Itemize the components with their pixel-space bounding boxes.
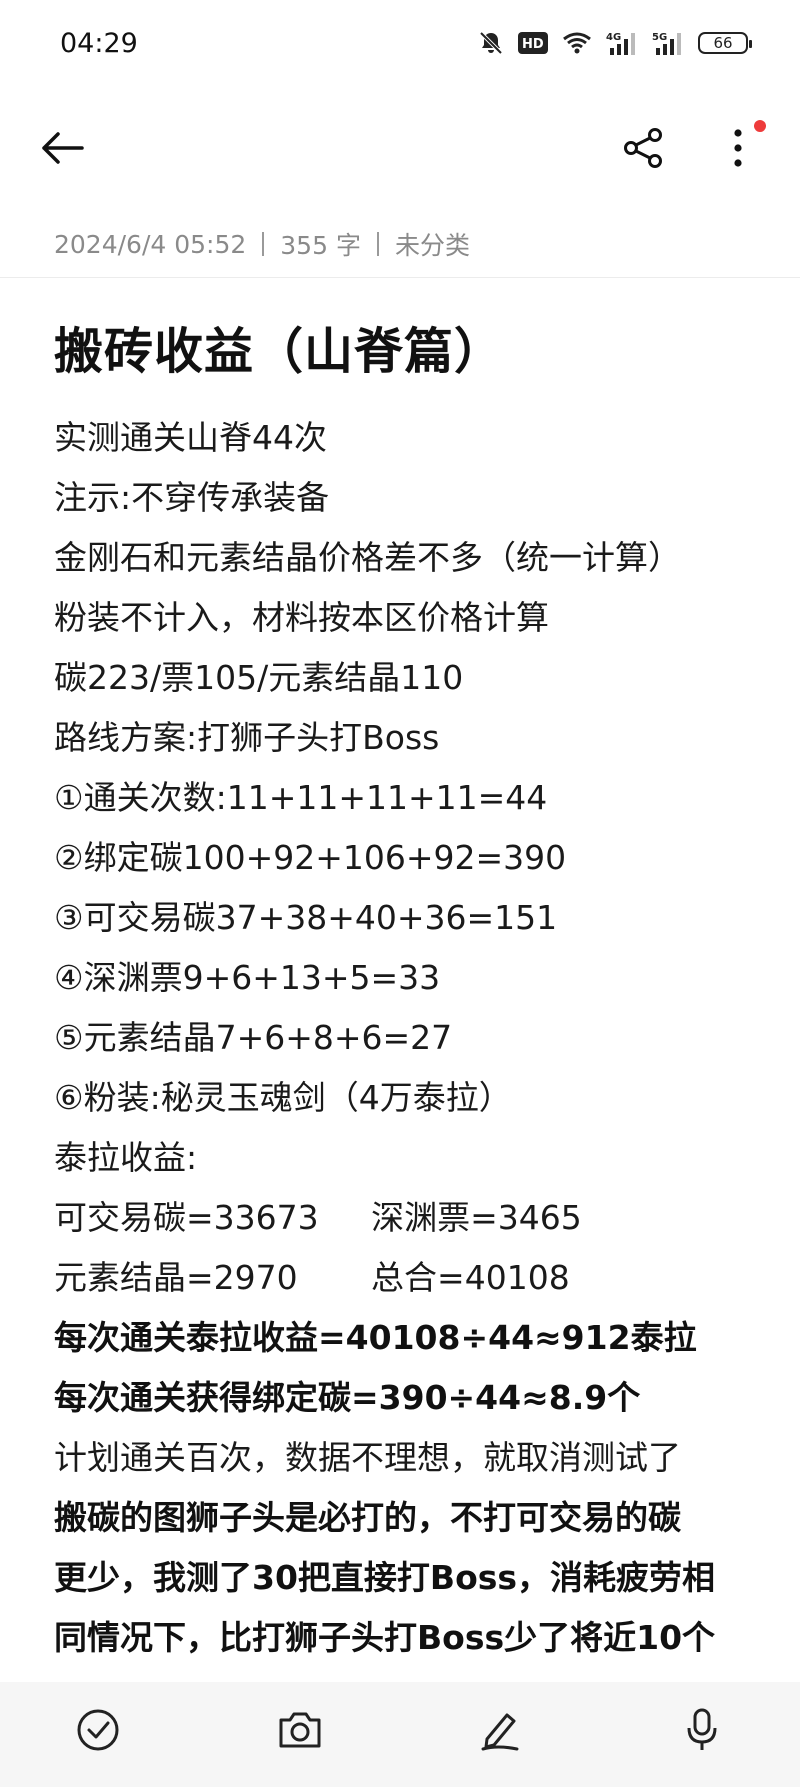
note-line: 每次通关获得绑定碳=390÷44≈8.9个	[54, 1378, 641, 1417]
checklist-icon	[75, 1707, 121, 1757]
note-line: ①通关次数:11+11+11+11=44	[54, 778, 548, 817]
svg-text:5G: 5G	[652, 32, 667, 43]
svg-text:4G: 4G	[606, 32, 621, 43]
note-line: 元素结晶=2970 总合=40108	[54, 1258, 570, 1297]
back-button[interactable]	[30, 118, 94, 182]
microphone-icon	[682, 1706, 722, 1758]
header-divider	[0, 277, 800, 278]
more-vertical-icon	[733, 128, 743, 172]
note-line: 路线方案:打狮子头打Boss	[54, 718, 440, 757]
notification-dot	[754, 120, 766, 132]
note-word-count: 355 字	[280, 231, 361, 260]
meta-divider	[376, 232, 379, 256]
note-body[interactable]: 实测通关山脊44次 注示:不穿传承装备金刚石和元素结晶价格差不多（统一计算） 粉装不…	[54, 408, 774, 1668]
status-icons: HD 4G 5G 66	[478, 30, 752, 56]
note-line: 计划通关百次，数据不理想，就取消测试了	[54, 1438, 681, 1477]
note-line: 金刚石和元素结晶价格差不多（统一计算）	[54, 538, 681, 577]
share-icon	[623, 127, 665, 173]
status-bar: 04:29 HD 4G 5G 66	[0, 0, 800, 92]
top-toolbar	[0, 92, 800, 208]
signal-4g-icon: 4G	[606, 30, 638, 56]
note-line: 每次通关泰拉收益=40108÷44≈912泰拉	[54, 1318, 697, 1357]
pen-icon	[477, 1707, 523, 1757]
note-line: 碳223/票105/元素结晶110	[54, 658, 464, 697]
wifi-icon	[562, 31, 592, 55]
note-line: ④深渊票9+6+13+5=33	[54, 958, 441, 997]
mute-icon	[478, 30, 504, 56]
note-line: ⑥粉装:秘灵玉魂剑（4万泰拉）	[54, 1078, 512, 1117]
note-line: 注示:不穿传承装备	[54, 478, 330, 517]
note-line: 泰拉收益:	[54, 1138, 198, 1177]
voice-input-button[interactable]	[670, 1700, 734, 1764]
signal-5g-icon: 5G	[652, 30, 684, 56]
note-title[interactable]: 搬砖收益（山脊篇）	[54, 312, 504, 383]
hd-icon: HD	[518, 32, 548, 54]
bottom-toolbar	[0, 1682, 800, 1787]
note-line: ③可交易碳37+38+40+36=151	[54, 898, 558, 937]
checklist-button[interactable]	[66, 1700, 130, 1764]
note-line: ⑤元素结晶7+6+8+6=27	[54, 1018, 453, 1057]
note-date: 2024/6/4 05:52	[54, 229, 247, 259]
battery-icon: 66	[698, 32, 752, 54]
meta-divider	[262, 232, 265, 256]
arrow-left-icon	[40, 131, 84, 169]
note-line: 可交易碳=33673 深渊票=3465	[54, 1198, 582, 1237]
status-time: 04:29	[60, 28, 138, 59]
note-line: 实测通关山脊44次	[54, 418, 327, 457]
svg-text:HD: HD	[522, 37, 544, 52]
handwriting-button[interactable]	[468, 1700, 532, 1764]
note-meta: 2024/6/4 05:52 355 字 未分类	[54, 226, 470, 262]
camera-button[interactable]	[268, 1700, 332, 1764]
note-line: ②绑定碳100+92+106+92=390	[54, 838, 567, 877]
note-line: 更少，我测了30把直接打Boss，消耗疲劳相	[54, 1558, 716, 1597]
note-line: 同情况下，比打狮子头打Boss少了将近10个	[54, 1618, 716, 1657]
note-line: 粉装不计入，材料按本区价格计算	[54, 598, 549, 637]
note-line: 搬碳的图狮子头是必打的，不打可交易的碳	[54, 1498, 681, 1537]
share-button[interactable]	[612, 118, 676, 182]
note-category[interactable]: 未分类	[395, 226, 470, 262]
camera-icon	[277, 1710, 323, 1754]
